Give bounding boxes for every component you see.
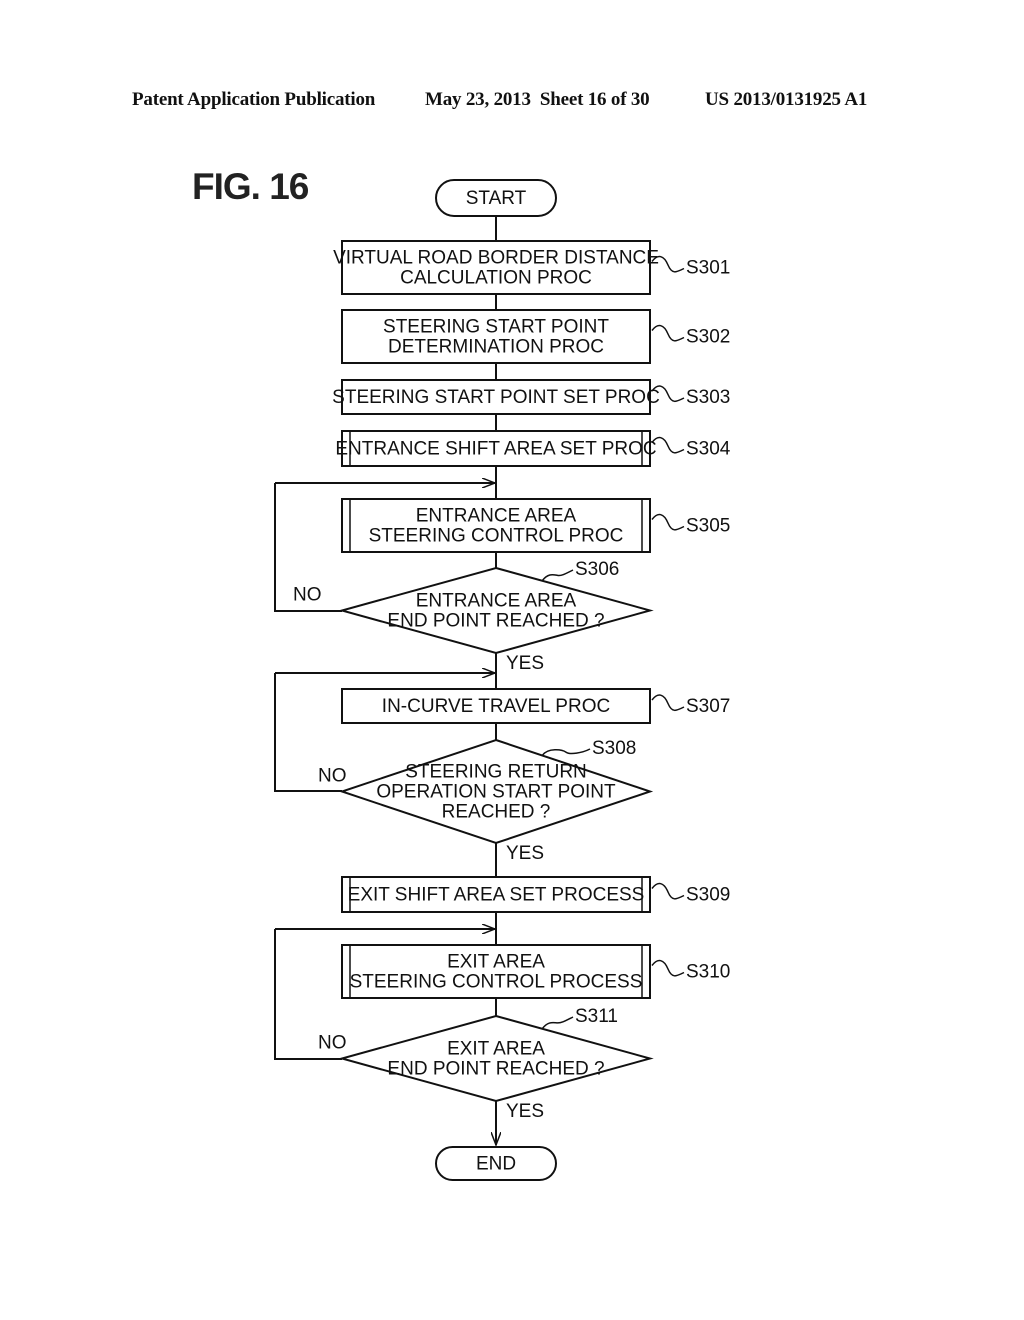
step-s311: EXIT AREAEND POINT REACHED ? NO YES (318, 1014, 654, 1122)
yes-branch-label: YES (506, 843, 544, 864)
step-id-label: S309 (686, 885, 730, 906)
step-text-line: IN-CURVE TRAVEL PROC (382, 696, 610, 717)
leader-line (541, 569, 574, 582)
step-text-line: STEERING CONTROL PROC (369, 526, 624, 547)
leader-line (651, 882, 685, 900)
step-id-label: S307 (686, 696, 730, 717)
step-text-line: DETERMINATION PROC (388, 337, 604, 358)
decision-text-line: REACHED ? (442, 802, 551, 823)
yes-branch-label: YES (506, 1101, 544, 1122)
start-terminal-label: START (466, 188, 527, 209)
decision-text-line: END POINT REACHED ? (387, 611, 604, 632)
flowchart: START END VIRTUAL ROAD BORDER DISTANCECALC… (274, 179, 731, 1181)
step-s310: EXIT AREASTEERING CONTROL PROCESS (341, 944, 651, 999)
step-text-line: STEERING START POINT SET PROC (332, 387, 660, 408)
step-id-label: S301 (686, 258, 730, 279)
step-id-label: S302 (686, 327, 730, 348)
leader-line (651, 959, 685, 977)
step-text-line: ENTRANCE SHIFT AREA SET PROC (335, 439, 656, 460)
decision-text-line: EXIT AREA (447, 1039, 545, 1060)
step-id-label: S303 (686, 387, 730, 408)
step-id-label: S308 (592, 738, 636, 759)
step-text-line: VIRTUAL ROAD BORDER DISTANCE (333, 248, 659, 269)
end-terminal-label: END (476, 1154, 516, 1175)
decision-text-line: ENTRANCE AREA (416, 591, 577, 612)
leader-line (541, 1016, 574, 1030)
step-text-line: EXIT SHIFT AREA SET PROCESS (348, 885, 645, 906)
start-terminal: START (435, 179, 557, 217)
yes-branch-label: YES (506, 653, 544, 674)
step-text-line: STEERING START POINT (383, 317, 609, 338)
step-s302: STEERING START POINTDETERMINATION PROC (341, 309, 651, 364)
step-s307: IN-CURVE TRAVEL PROC (341, 688, 651, 724)
no-branch-label: NO (318, 1033, 347, 1054)
no-branch-label: NO (293, 585, 322, 606)
no-branch-label: NO (318, 766, 347, 787)
leader-line (651, 436, 685, 454)
step-id-label: S306 (575, 559, 619, 580)
decision-text-line: END POINT REACHED ? (387, 1059, 604, 1080)
decision-text-line: OPERATION START POINT (376, 782, 616, 803)
step-text-line: EXIT AREA (447, 952, 545, 973)
step-id-label: S310 (686, 962, 730, 983)
leader-line (651, 513, 685, 531)
step-s304: ENTRANCE SHIFT AREA SET PROC (335, 430, 657, 467)
end-terminal: END (435, 1146, 557, 1181)
leader-line (651, 694, 685, 712)
step-id-label: S311 (575, 1006, 618, 1027)
leader-line (651, 324, 685, 342)
step-text-line: ENTRANCE AREA (416, 506, 577, 527)
step-id-label: S304 (686, 439, 731, 460)
step-s303: STEERING START POINT SET PROC (332, 379, 660, 415)
step-id-label: S305 (686, 516, 730, 537)
step-s305: ENTRANCE AREASTEERING CONTROL PROC (341, 498, 651, 553)
step-s306: ENTRANCE AREAEND POINT REACHED ? NO YES (293, 566, 654, 674)
decision-text-line: STEERING RETURN (405, 762, 587, 783)
step-text-line: STEERING CONTROL PROCESS (350, 972, 643, 993)
step-s301: VIRTUAL ROAD BORDER DISTANCECALCULATION … (333, 240, 659, 295)
step-text-line: CALCULATION PROC (400, 268, 592, 289)
step-s309: EXIT SHIFT AREA SET PROCESS (341, 876, 651, 913)
leader-line (541, 748, 591, 756)
